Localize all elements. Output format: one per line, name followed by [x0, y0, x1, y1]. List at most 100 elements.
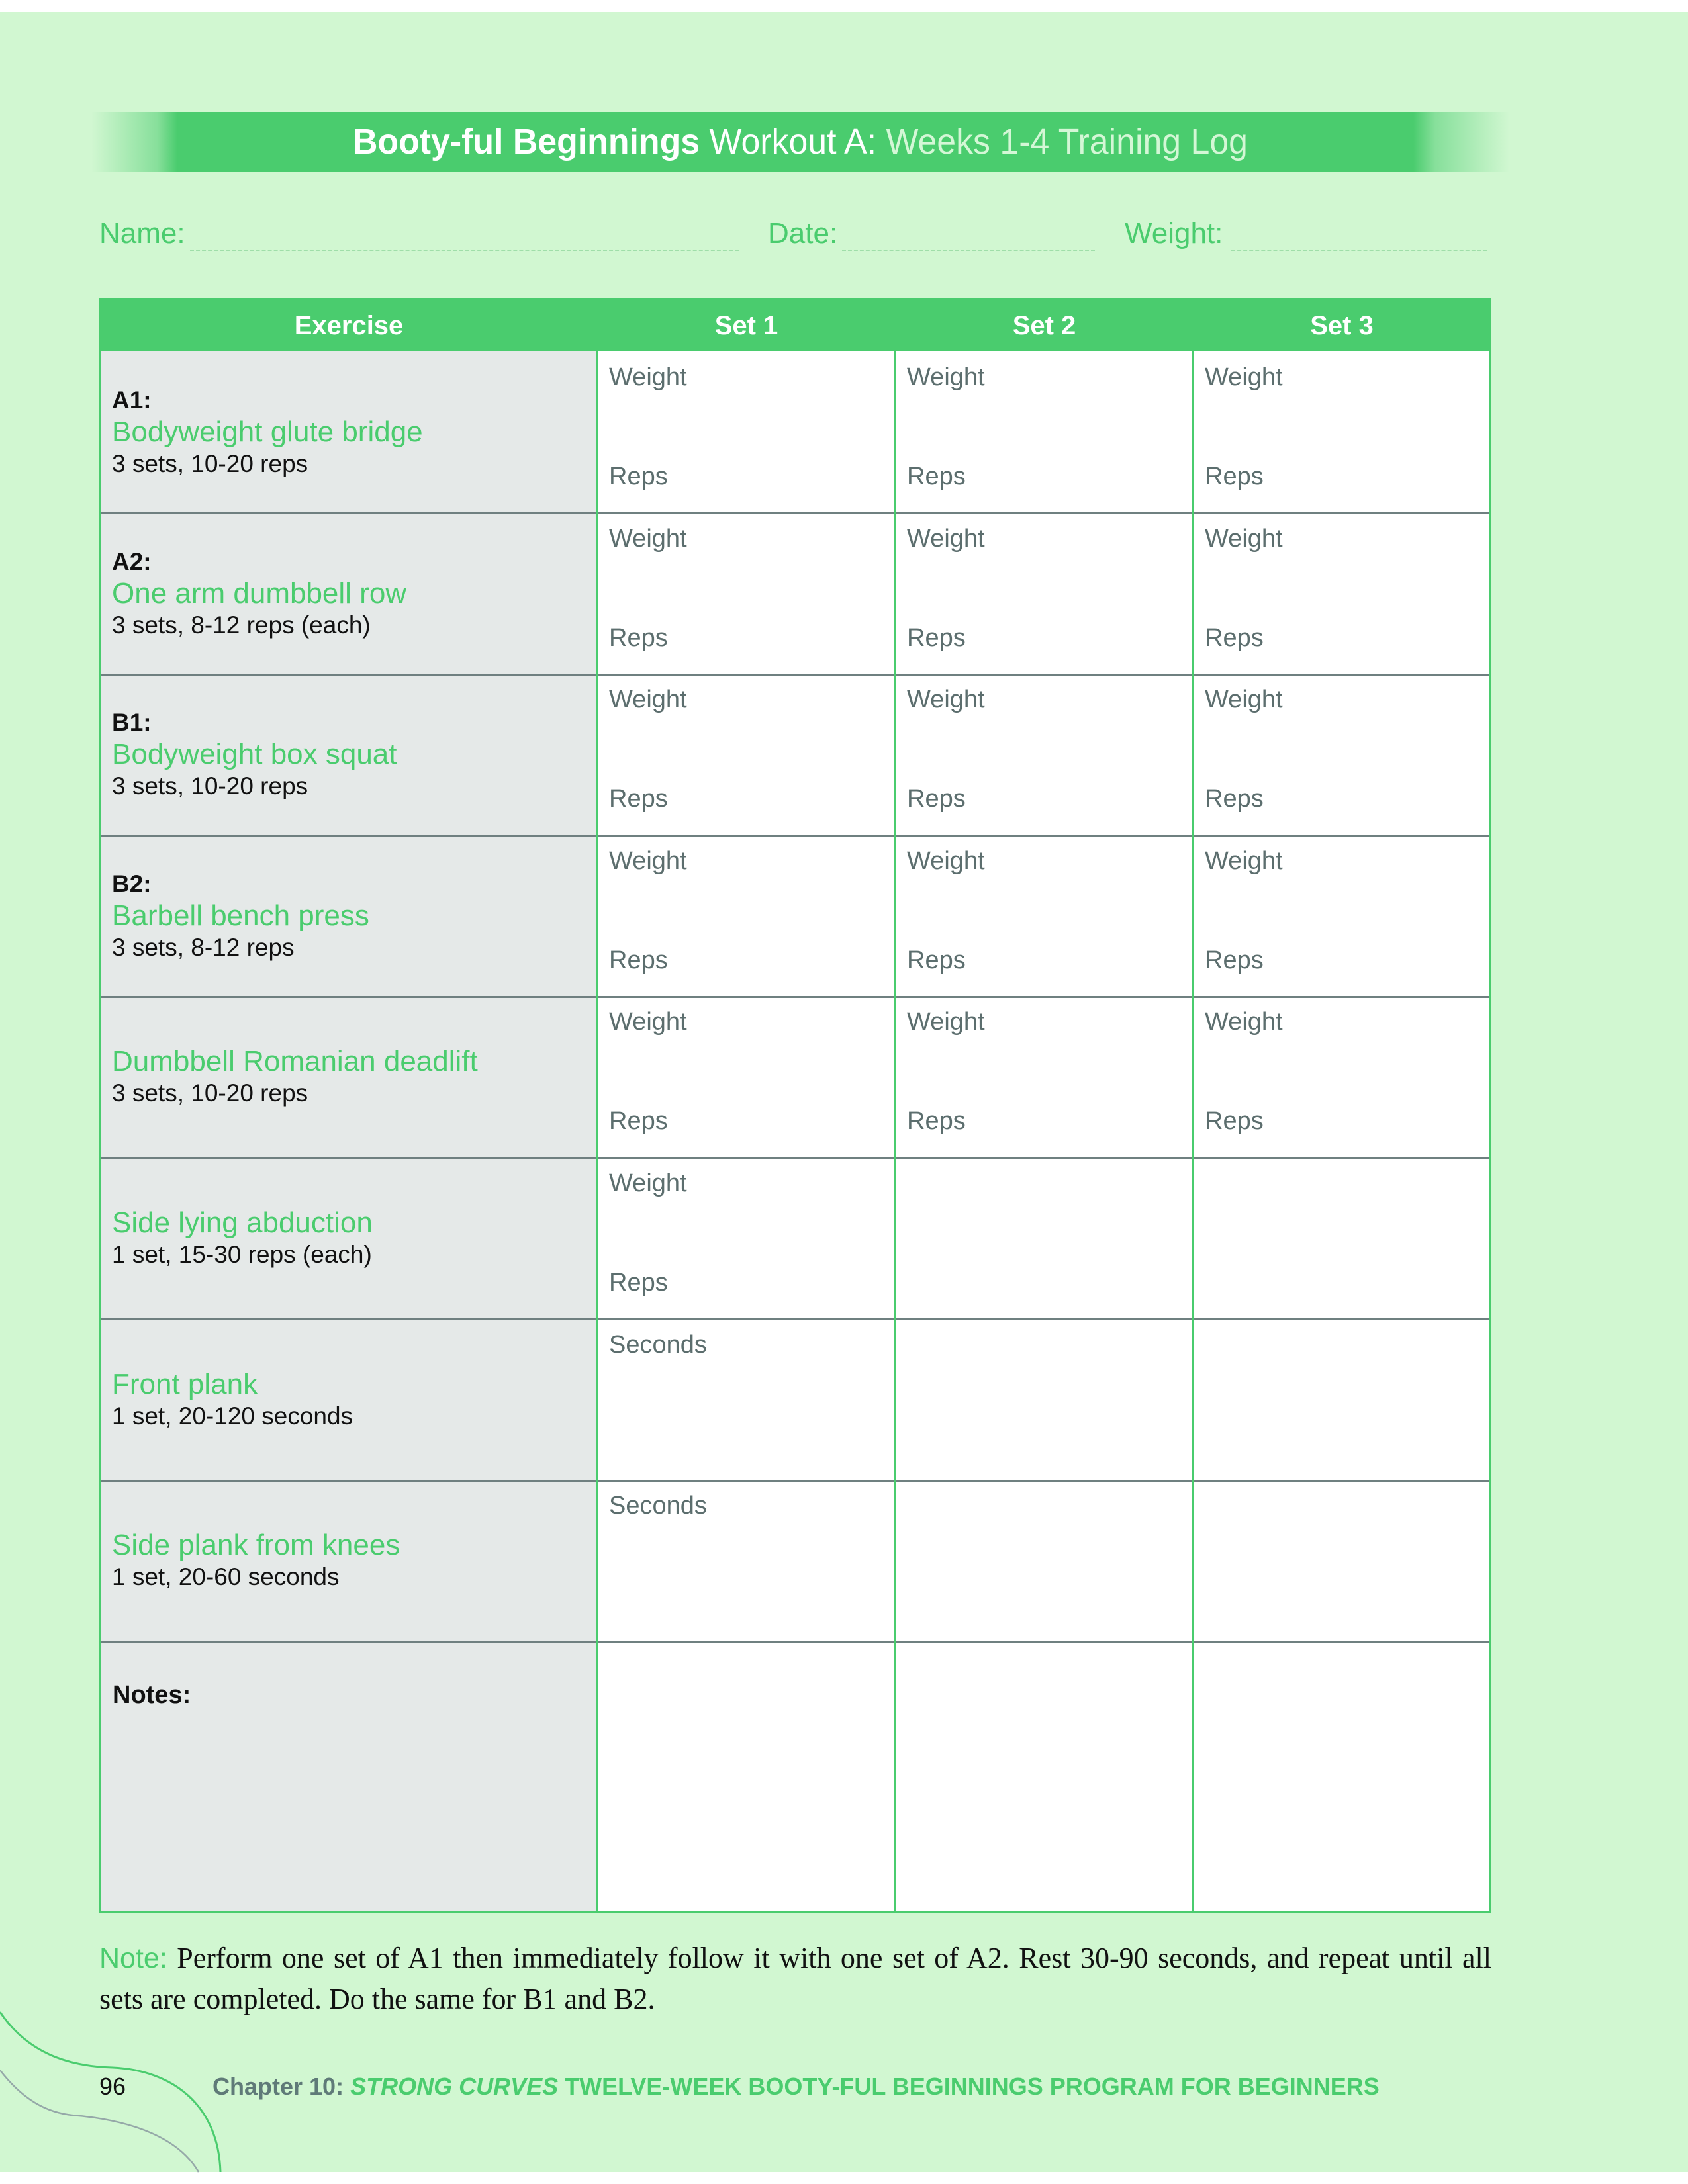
column-divider [894, 351, 896, 1911]
exercise-label: B2: [112, 870, 152, 897]
exercise-prescription: 3 sets, 10-20 reps [112, 772, 308, 800]
exercise-prescription: 3 sets, 8-12 reps [112, 933, 295, 961]
set-field-label: Reps [609, 1269, 668, 1297]
date-field[interactable]: Date: [768, 216, 1099, 256]
set-field-label: Reps [609, 946, 668, 974]
set-2-cell[interactable]: Weight Reps [896, 835, 1192, 997]
exercise-name: Dumbbell Romanian deadlift [112, 1045, 478, 1078]
set-field-label: Reps [907, 623, 966, 652]
exercise-cell: Side lying abduction 1 set, 15-30 reps (e… [112, 1158, 588, 1319]
exercise-label: B1: [112, 709, 152, 737]
set-field-label: Weight [1205, 363, 1283, 391]
table-row: B2: Barbell bench press 3 sets, 8-12 reps W… [101, 835, 1489, 998]
note-text: Perform one set of A1 then immediately f… [99, 1942, 1491, 2015]
set-3-cell[interactable] [1194, 1319, 1489, 1480]
column-divider [1192, 351, 1194, 1911]
notes-row: Notes: [101, 1641, 1489, 1911]
exercise-cell: Front plank 1 set, 20-120 seconds [112, 1319, 588, 1480]
instruction-note: Note: Perform one set of A1 then immedia… [99, 1938, 1491, 2020]
set-1-cell[interactable]: Weight Reps [598, 351, 894, 513]
set-field-label: Weight [609, 686, 687, 714]
weight-field[interactable]: Weight: [1125, 216, 1490, 256]
table-row: A2: One arm dumbbell row 3 sets, 8-12 reps… [101, 513, 1489, 676]
column-header-exercise: Exercise [294, 311, 404, 340]
set-3-cell[interactable]: Weight Reps [1194, 351, 1489, 513]
title-workout: Workout A: [700, 122, 886, 161]
set-field-label: Reps [907, 1107, 966, 1136]
exercise-cell: A1: Bodyweight glute bridge 3 sets, 10-20 … [112, 351, 588, 513]
column-header-set-3: Set 3 [1310, 311, 1374, 340]
column-divider [596, 351, 598, 1911]
set-field-label: Reps [907, 785, 966, 813]
set-1-cell[interactable]: Seconds [598, 1319, 894, 1480]
date-input-line[interactable] [842, 250, 1095, 251]
set-field-label: Weight [907, 524, 985, 553]
exercise-name: Side lying abduction [112, 1206, 373, 1239]
set-field-label: Reps [907, 463, 966, 490]
set-3-cell[interactable]: Weight Reps [1194, 513, 1489, 674]
set-2-cell[interactable] [896, 1319, 1192, 1480]
set-1-cell[interactable]: Weight Reps [598, 835, 894, 997]
set-field-label: Weight [609, 363, 687, 391]
set-field-label: Weight [1205, 1008, 1283, 1036]
table-row: B1: Bodyweight box squat 3 sets, 10-20 rep… [101, 674, 1489, 837]
notes-label: Notes: [113, 1681, 191, 1709]
set-field-label: Reps [907, 946, 966, 974]
page-title: Booty-ful Beginnings Workout A: Weeks 1-… [120, 112, 1481, 172]
weight-label: Weight: [1125, 217, 1223, 250]
set-field-label: Weight [609, 524, 687, 553]
exercise-prescription: 1 set, 15-30 reps (each) [112, 1241, 372, 1268]
column-header-set-1: Set 1 [714, 311, 778, 340]
set-field-label: Seconds [609, 1492, 707, 1520]
set-field-label: Reps [1205, 1107, 1264, 1136]
exercise-cell: A2: One arm dumbbell row 3 sets, 8-12 reps… [112, 513, 588, 674]
set-3-cell[interactable]: Weight Reps [1194, 996, 1489, 1158]
exercise-label: A2: [112, 547, 152, 575]
column-header-set-2: Set 2 [1012, 311, 1076, 340]
set-3-cell[interactable] [1194, 1480, 1489, 1641]
table-row: Dumbbell Romanian deadlift 3 sets, 10-20 … [101, 996, 1489, 1160]
set-2-cell[interactable] [896, 1480, 1192, 1641]
set-field-label: Reps [1205, 463, 1264, 490]
table-row: Side lying abduction 1 set, 15-30 reps (e… [101, 1158, 1489, 1320]
set-field-label: Weight [1205, 524, 1283, 553]
exercise-name: Bodyweight glute bridge [112, 416, 423, 448]
exercise-prescription: 1 set, 20-60 seconds [112, 1563, 340, 1591]
exercise-name: Bodyweight box squat [112, 738, 397, 771]
set-2-cell[interactable] [896, 1158, 1192, 1319]
exercise-cell: Dumbbell Romanian deadlift 3 sets, 10-20 … [112, 996, 588, 1158]
set-field-label: Reps [609, 623, 668, 652]
set-field-label: Seconds [609, 1330, 707, 1359]
set-1-cell[interactable]: Weight Reps [598, 996, 894, 1158]
set-2-cell[interactable]: Weight Reps [896, 351, 1192, 513]
name-input-line[interactable] [190, 250, 739, 251]
set-1-cell[interactable]: Weight Reps [598, 513, 894, 674]
name-field[interactable]: Name: [99, 216, 741, 256]
table-row: Side plank from knees 1 set, 20-60 second… [101, 1480, 1489, 1643]
set-2-cell[interactable]: Weight Reps [896, 513, 1192, 674]
set-1-cell[interactable]: Weight Reps [598, 674, 894, 835]
table-row: Front plank 1 set, 20-120 seconds Seconds [101, 1319, 1489, 1482]
footer-program: TWELVE-WEEK BOOTY-FUL BEGINNINGS PROGRAM… [558, 2073, 1380, 2100]
set-3-cell[interactable] [1194, 1158, 1489, 1319]
set-field-label: Weight [1205, 686, 1283, 714]
set-2-cell[interactable]: Weight Reps [896, 996, 1192, 1158]
exercise-prescription: 3 sets, 10-20 reps [112, 1079, 308, 1107]
footer-chapter: Chapter 10: [212, 2073, 351, 2100]
set-3-cell[interactable]: Weight Reps [1194, 835, 1489, 997]
exercise-prescription: 3 sets, 10-20 reps [112, 450, 308, 477]
set-field-label: Reps [1205, 946, 1264, 974]
training-log-table: Exercise Set 1 Set 2 Set 3 A1: Bodyweight… [99, 298, 1491, 1913]
set-1-cell[interactable]: Seconds [598, 1480, 894, 1641]
footer-book-title: STRONG CURVES [350, 2073, 559, 2100]
set-field-label: Weight [907, 846, 985, 875]
set-3-cell[interactable]: Weight Reps [1194, 674, 1489, 835]
exercise-cell: B1: Bodyweight box squat 3 sets, 10-20 rep… [112, 674, 588, 835]
set-1-cell[interactable]: Weight Reps [598, 1158, 894, 1319]
set-field-label: Weight [907, 1008, 985, 1036]
page-number: 96 [99, 2073, 126, 2100]
set-2-cell[interactable]: Weight Reps [896, 674, 1192, 835]
name-label: Name: [99, 217, 185, 250]
set-field-label: Weight [1205, 846, 1283, 875]
weight-input-line[interactable] [1231, 250, 1487, 251]
